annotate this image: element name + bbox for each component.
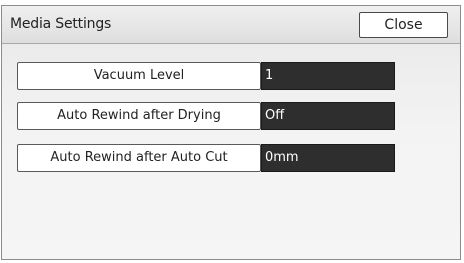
panel-title: Media Settings [10,16,112,32]
setting-row-auto-rewind-after-auto-cut: Auto Rewind after Auto Cut 0mm [17,144,395,172]
vacuum-level-button[interactable]: Vacuum Level [17,62,261,90]
setting-row-auto-rewind-after-drying: Auto Rewind after Drying Off [17,102,395,130]
setting-row-vacuum-level: Vacuum Level 1 [17,62,395,90]
panel-header: Media Settings Close [2,6,460,44]
auto-rewind-after-auto-cut-value: 0mm [261,144,395,172]
auto-rewind-after-auto-cut-button[interactable]: Auto Rewind after Auto Cut [17,144,261,172]
media-settings-panel: Media Settings Close Vacuum Level 1 Auto… [1,5,461,260]
auto-rewind-after-drying-button[interactable]: Auto Rewind after Drying [17,102,261,130]
vacuum-level-value: 1 [261,62,395,90]
close-button[interactable]: Close [359,12,448,38]
auto-rewind-after-drying-value: Off [261,102,395,130]
